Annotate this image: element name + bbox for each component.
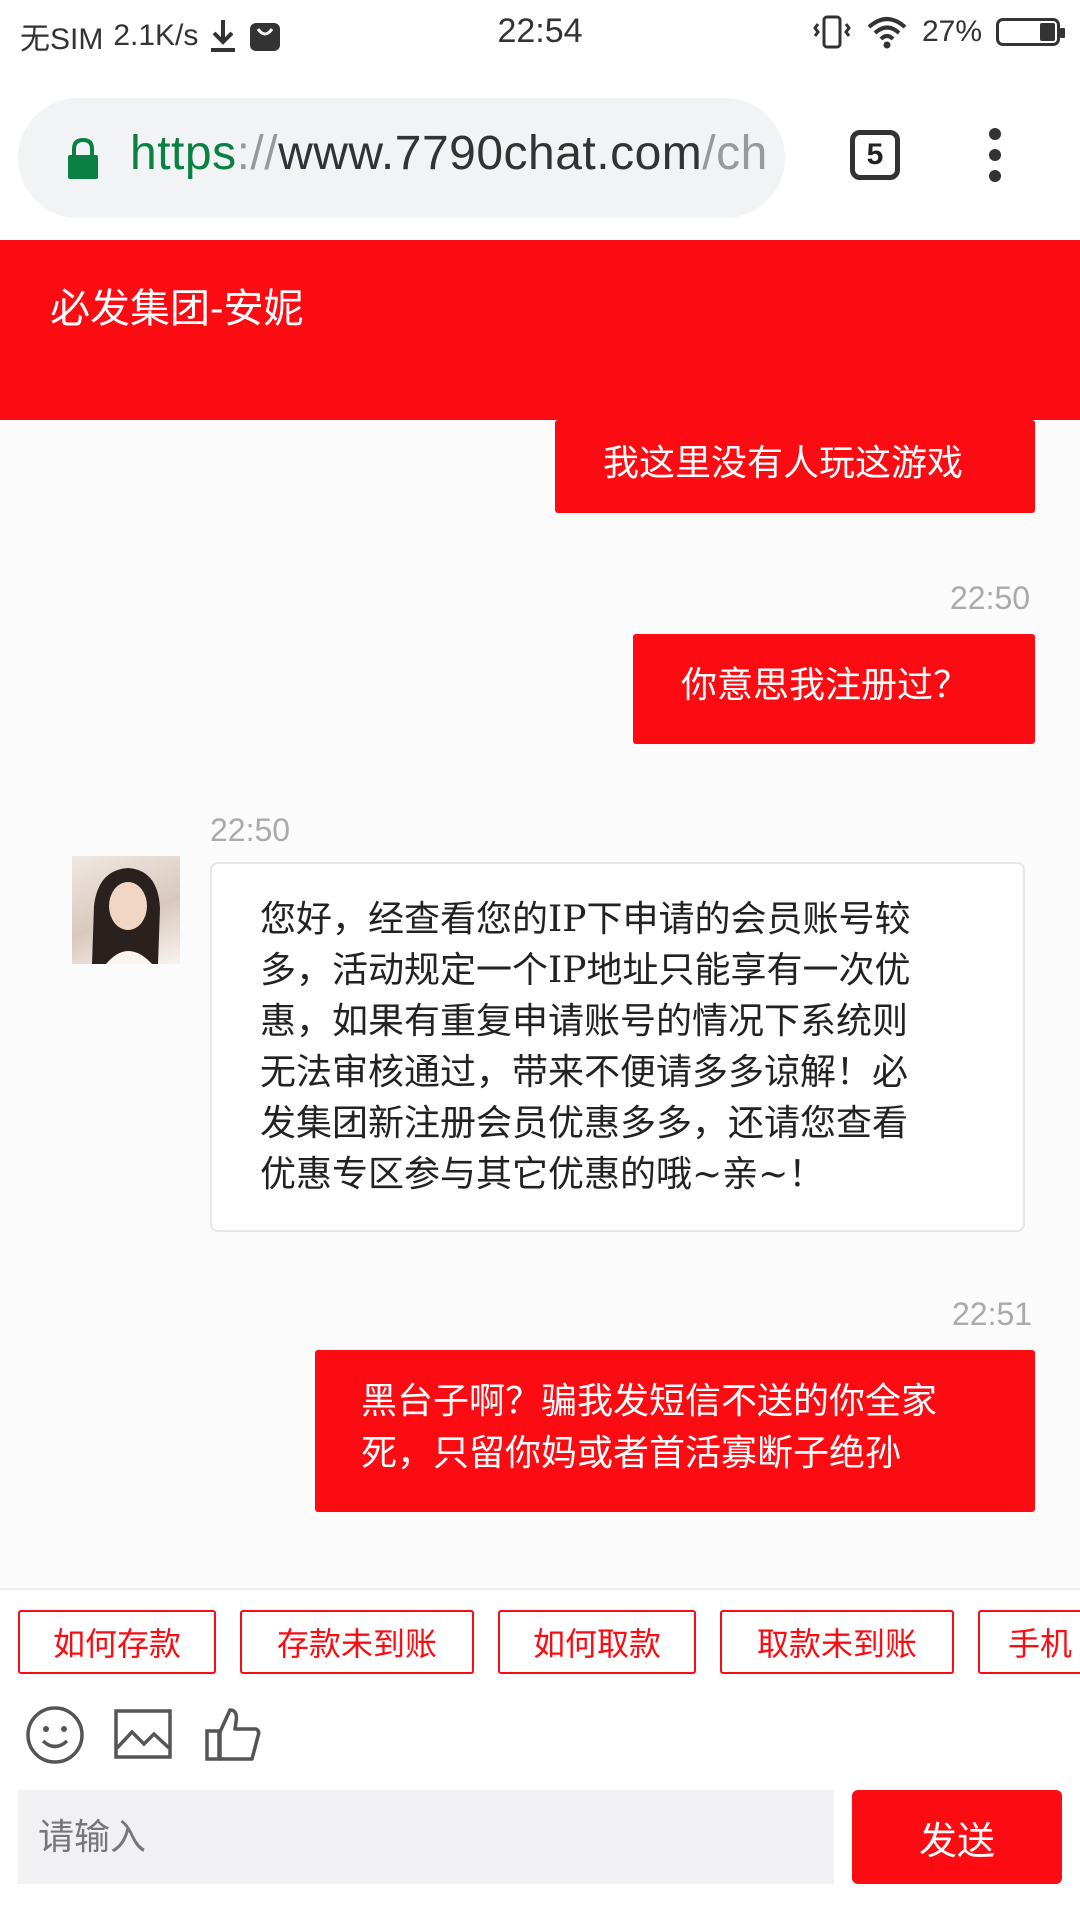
- status-bar: 无SIM 2.1K/s 22:54 27%: [0, 0, 1080, 70]
- send-button[interactable]: 发送: [852, 1790, 1062, 1884]
- message-bubble-outgoing: 我这里没有人玩这游戏: [555, 420, 1035, 513]
- message-input[interactable]: [18, 1790, 834, 1884]
- battery-icon: [996, 18, 1065, 46]
- url-scheme: https: [130, 127, 237, 180]
- message-line: 您好，经查看您的IP下申请的会员账号较: [260, 899, 911, 940]
- message-line: 优惠专区参与其它优惠的哦~亲~！: [260, 1154, 825, 1195]
- message-timestamp: 22:50: [210, 812, 291, 848]
- battery-level: [1040, 23, 1055, 41]
- browser-toolbar: https://www.7790chat.com/ch 5: [0, 70, 1080, 240]
- url-separator: ://: [236, 127, 279, 180]
- status-right: 27%: [812, 14, 1065, 50]
- url-text: https://www.7790chat.com/ch: [130, 126, 768, 181]
- quick-reply-button[interactable]: 手机: [978, 1610, 1080, 1674]
- address-bar[interactable]: https://www.7790chat.com/ch: [18, 98, 785, 218]
- message-line: 无法审核通过，带来不便请多多谅解！必: [260, 1052, 909, 1093]
- thumbs-up-icon[interactable]: [202, 1704, 264, 1766]
- tab-switcher-button[interactable]: 5: [850, 130, 900, 180]
- quick-reply-button[interactable]: 存款未到账: [240, 1610, 474, 1674]
- message-timestamp: 22:50: [950, 580, 1031, 616]
- message-line: 多，活动规定一个IP地址只能享有一次优: [260, 950, 911, 991]
- message-input-row: 发送: [0, 1790, 1080, 1920]
- quick-reply-button[interactable]: 如何取款: [498, 1610, 696, 1674]
- battery-percent: 27%: [921, 15, 982, 48]
- message-bubble-outgoing: 黑台子啊？骗我发短信不送的你全家 死，只留你妈或者首活寡断子绝孙: [315, 1350, 1035, 1512]
- message-line: 死，只留你妈或者首活寡断子绝孙: [361, 1433, 902, 1474]
- message-bubble-outgoing: 你意思我注册过？: [633, 634, 1035, 744]
- message-line: 黑台子啊？骗我发短信不送的你全家: [361, 1381, 938, 1422]
- chat-title: 必发集团-安妮: [50, 286, 304, 332]
- lock-icon: [68, 137, 98, 179]
- image-icon[interactable]: [112, 1704, 174, 1766]
- quick-reply-bar: 如何存款 存款未到账 如何取款 取款未到账 手机: [0, 1588, 1080, 1682]
- chat-header: 必发集团-安妮: [0, 240, 1080, 420]
- more-menu-icon[interactable]: [985, 128, 1005, 186]
- message-line: 惠，如果有重复申请账号的情况下系统则: [260, 1001, 909, 1042]
- emoji-icon[interactable]: [24, 1704, 86, 1766]
- message-bubble-incoming: 您好，经查看您的IP下申请的会员账号较 多，活动规定一个IP地址只能享有一次优 …: [210, 862, 1025, 1232]
- quick-reply-button[interactable]: 取款未到账: [720, 1610, 954, 1674]
- message-timestamp: 22:51: [952, 1296, 1033, 1332]
- quick-reply-button[interactable]: 如何存款: [18, 1610, 216, 1674]
- wifi-icon: [867, 17, 907, 49]
- input-toolbar: [0, 1680, 1080, 1790]
- vibrate-icon: [813, 15, 851, 49]
- url-host: www.7790chat.com: [278, 127, 703, 180]
- agent-avatar: [72, 856, 180, 964]
- message-line: 发集团新注册会员优惠多多，还请您查看: [260, 1103, 909, 1144]
- chat-messages[interactable]: 我这里没有人玩这游戏 22:50 你意思我注册过？ 22:50 您好，经查看您的…: [0, 420, 1080, 1588]
- url-path: /ch: [702, 127, 768, 180]
